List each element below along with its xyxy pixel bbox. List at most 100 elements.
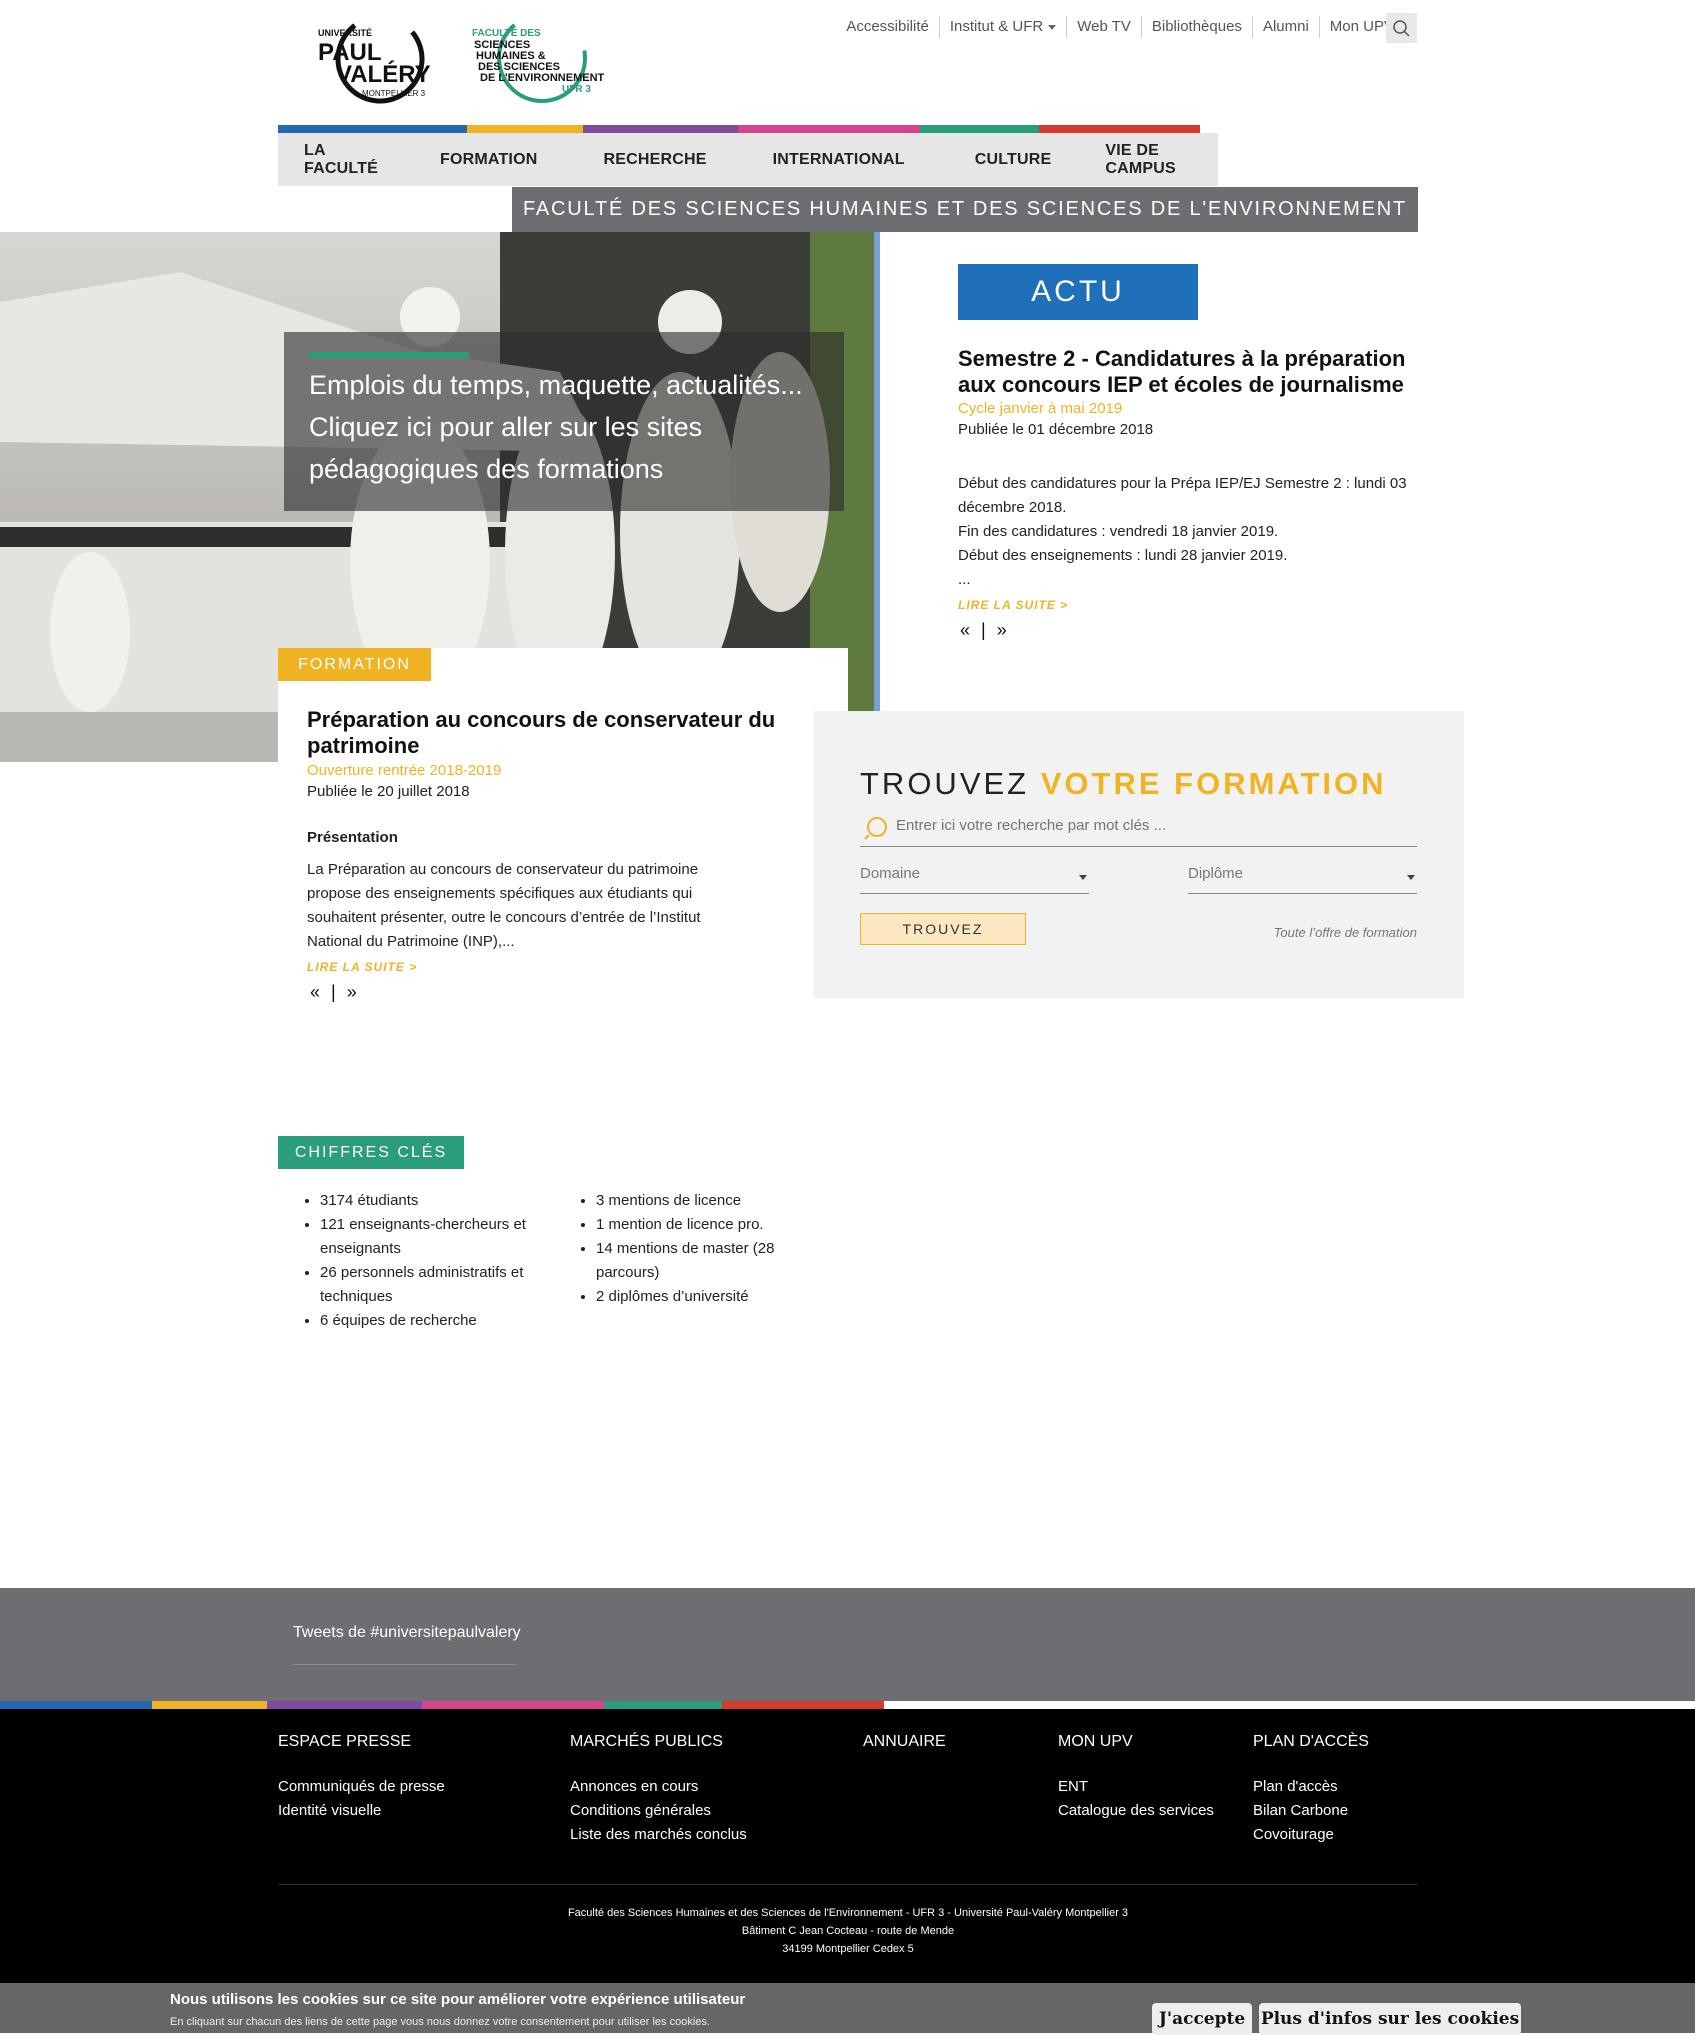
main-nav: LA FACULTÉ FORMATION RECHERCHE INTERNATI… — [278, 133, 1218, 186]
footer-link[interactable]: Covoiturage — [1253, 1823, 1418, 1847]
actu-title[interactable]: Semestre 2 - Candidatures à la préparati… — [958, 346, 1418, 398]
search-icon — [1393, 20, 1410, 37]
cookie-more-info-button[interactable]: Plus d'infos sur les cookies — [1259, 2003, 1521, 2035]
actu-prev-button[interactable]: « — [960, 620, 970, 640]
dropdown-arrow-icon — [1407, 875, 1415, 880]
actu-next-button[interactable]: » — [997, 620, 1007, 640]
footer-heading[interactable]: MARCHÉS PUBLICS — [570, 1733, 830, 1751]
formation-title[interactable]: Préparation au concours de conservateur … — [307, 707, 797, 759]
caret-down-icon — [1048, 24, 1057, 30]
footer-link[interactable]: Catalogue des services — [1058, 1799, 1238, 1823]
formation-published-date: Publiée le 20 juillet 2018 — [307, 783, 470, 800]
actu-read-more-link[interactable]: LIRE LA SUITE > — [958, 598, 1068, 612]
stripe-purple — [267, 1701, 422, 1709]
nav-item-recherche[interactable]: RECHERCHE — [573, 151, 736, 169]
actu-body: Début des candidatures pour la Prépa IEP… — [958, 472, 1408, 592]
footer-column-directory: ANNUAIRE — [863, 1733, 1043, 1775]
footer-link[interactable]: Conditions générales — [570, 1799, 830, 1823]
stripe-teal — [604, 1701, 722, 1709]
tweets-band — [0, 1588, 1695, 1701]
footer-heading[interactable]: ESPACE PRESSE — [278, 1733, 538, 1751]
footer-heading[interactable]: PLAN D'ACCÈS — [1253, 1733, 1418, 1751]
nav-item-culture[interactable]: CULTURE — [941, 151, 1086, 169]
formation-read-more-link[interactable]: LIRE LA SUITE > — [307, 960, 417, 974]
faculty-logo[interactable]: FACULTÉ DES SCIENCES HUMAINES & DES SCIE… — [470, 10, 620, 105]
find-formation-panel — [814, 711, 1464, 998]
key-figures-badge: CHIFFRES CLÉS — [278, 1136, 464, 1169]
hero-caption[interactable]: Emplois du temps, maquette, actualités..… — [309, 364, 829, 490]
logo-upv-line-1: UNIVERSITÉ — [318, 28, 372, 38]
tweets-link[interactable]: Tweets de #universitepaulvalery — [293, 1624, 521, 1642]
domain-select[interactable]: Domaine — [860, 857, 1089, 894]
actu-body-line: ... — [958, 571, 971, 588]
footer-column-press: ESPACE PRESSE Communiqués de presse Iden… — [278, 1733, 538, 1823]
search-button[interactable] — [1386, 13, 1417, 43]
formation-search-input[interactable] — [894, 816, 1398, 835]
actu-published-date: Publiée le 01 décembre 2018 — [958, 421, 1154, 438]
logo-upv-line-3: VALÉRY — [336, 60, 431, 88]
formation-body: La Préparation au concours de conservate… — [307, 861, 701, 950]
stripe-teal — [920, 125, 1039, 133]
key-figure-item: 14 mentions de master (28 parcours) — [596, 1237, 784, 1285]
toplink-institut-ufr[interactable]: Institut & UFR — [940, 16, 1068, 38]
nav-item-vie-de-campus[interactable]: VIE DE CAMPUS — [1085, 142, 1218, 178]
nav-item-faculte[interactable]: LA FACULTÉ — [278, 142, 404, 178]
actu-badge: ACTU — [958, 264, 1198, 320]
stripe-pink — [738, 125, 920, 133]
diploma-select-label: Diplôme — [1188, 865, 1244, 882]
nav-item-formation[interactable]: FORMATION — [404, 151, 574, 169]
footer-column-mon-upv: MON UPV ENT Catalogue des services — [1058, 1733, 1238, 1823]
footer-column-public-markets: MARCHÉS PUBLICS Annonces en cours Condit… — [570, 1733, 830, 1847]
university-logo[interactable]: UNIVERSITÉ PAUL VALÉRY MONTPELLIER 3 — [312, 14, 437, 104]
formation-next-button[interactable]: » — [347, 982, 357, 1002]
footer-heading[interactable]: MON UPV — [1058, 1733, 1238, 1751]
formation-section-heading: Présentation — [307, 829, 398, 846]
logo-fac-line-6: UFR 3 — [562, 84, 591, 95]
key-figure-item: 6 équipes de recherche — [320, 1309, 543, 1333]
toplink-label: Institut & UFR — [949, 18, 1044, 35]
find-formation-title: TROUVEZ VOTRE FORMATION — [860, 766, 1387, 802]
address-line: Faculté des Sciences Humaines et des Sci… — [567, 1907, 1129, 1919]
toplink-label: Bibliothèques — [1151, 18, 1242, 35]
stripe-red — [1039, 125, 1200, 133]
toplink-accessibility[interactable]: Accessibilité — [836, 16, 940, 38]
faculty-banner: FACULTÉ DES SCIENCES HUMAINES ET DES SCI… — [512, 187, 1418, 232]
diploma-select[interactable]: Diplôme — [1188, 857, 1417, 894]
cookie-title: Nous utilisons les cookies sur ce site p… — [170, 1991, 746, 2008]
footer-link[interactable]: Annonces en cours — [570, 1775, 830, 1799]
nav-item-international[interactable]: INTERNATIONAL — [737, 151, 941, 169]
footer-link[interactable]: Plan d'accès — [1253, 1775, 1418, 1799]
formation-prev-button[interactable]: « — [310, 982, 320, 1002]
address-line: Bâtiment C Jean Cocteau - route de Mende — [741, 1925, 955, 1937]
formation-search-field — [860, 808, 1417, 847]
actu-subtitle: Cycle janvier à mai 2019 — [958, 400, 1123, 417]
top-links: Accessibilité Institut & UFR Web TV Bibl… — [836, 16, 1417, 38]
footer-link[interactable]: Communiqués de presse — [278, 1775, 538, 1799]
toplink-label: Mon UPV — [1329, 18, 1394, 35]
footer-link[interactable]: Liste des marchés conclus — [570, 1823, 830, 1847]
toplink-alumni[interactable]: Alumni — [1253, 16, 1320, 38]
actu-body-line: Début des candidatures pour la Prépa IEP… — [958, 475, 1407, 516]
toplink-label: Accessibilité — [846, 18, 929, 35]
key-figure-item: 2 diplômes d’université — [596, 1285, 784, 1309]
footer-heading[interactable]: ANNUAIRE — [863, 1733, 1043, 1751]
footer-link[interactable]: Bilan Carbone — [1253, 1799, 1418, 1823]
cookie-accept-button[interactable]: J'accepte — [1152, 2003, 1252, 2035]
toplink-web-tv[interactable]: Web TV — [1067, 16, 1142, 38]
hero-image-extension — [0, 712, 278, 762]
address-line: 34199 Montpellier Cedex 5 — [782, 1943, 914, 1955]
divider — [293, 1664, 516, 1665]
stripe-blue — [278, 125, 467, 133]
all-formations-link[interactable]: Toute l’offre de formation — [1230, 925, 1417, 940]
pager-separator: | — [981, 620, 986, 640]
logo-fac-line-1: FACULTÉ DES — [472, 26, 541, 39]
hero-caption-line: Cliquez ici pour aller sur les sites — [309, 412, 703, 442]
toplink-libraries[interactable]: Bibliothèques — [1142, 16, 1253, 38]
stripe-purple — [583, 125, 738, 133]
footer-link[interactable]: Identité visuelle — [278, 1799, 538, 1823]
find-submit-button[interactable]: TROUVEZ — [860, 913, 1026, 945]
search-icon — [864, 817, 887, 840]
key-figure-item: 121 enseignants-chercheurs et enseignant… — [320, 1213, 543, 1261]
footer-link[interactable]: ENT — [1058, 1775, 1238, 1799]
logo-fac-line-5: DE L'ENVIRONNEMENT — [480, 72, 605, 84]
